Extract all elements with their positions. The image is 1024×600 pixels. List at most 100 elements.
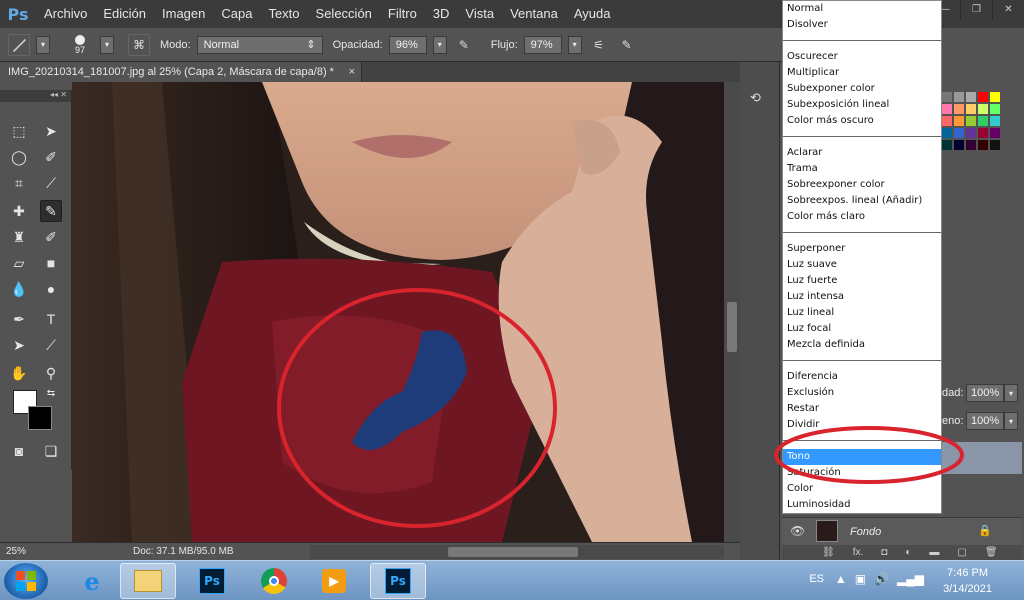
swatch[interactable] — [966, 128, 976, 138]
swatch[interactable] — [954, 104, 964, 114]
vertical-scroll-thumb[interactable] — [727, 302, 737, 352]
tool-preset-dropdown[interactable]: ▾ — [36, 35, 50, 54]
blend-mode-option[interactable]: Superponer — [783, 241, 941, 257]
blend-mode-option[interactable]: Color más claro — [783, 209, 941, 225]
blend-mode-option[interactable]: Sobreexponer color — [783, 177, 941, 193]
pen-tool-icon[interactable]: ✒ — [8, 308, 30, 330]
device-icon[interactable]: ▣ — [855, 572, 866, 586]
blend-mode-option[interactable]: Trama — [783, 161, 941, 177]
blend-mode-option[interactable]: Luz fuerte — [783, 273, 941, 289]
layer-fill-field[interactable]: 100% — [966, 412, 1004, 430]
new-group-icon[interactable]: ▬ — [929, 547, 939, 558]
swatch[interactable] — [942, 92, 952, 102]
menu-vista[interactable]: Vista — [457, 0, 502, 28]
marquee-tool-icon[interactable]: ⬚ — [8, 120, 30, 142]
brush-panel-icon[interactable]: ⌘ — [128, 33, 150, 56]
blend-mode-option[interactable]: Luz intensa — [783, 289, 941, 305]
eyedropper-tool-icon[interactable]: ⟋ — [40, 172, 62, 194]
pressure-opacity-icon[interactable]: ✎ — [453, 34, 475, 56]
blend-mode-option[interactable]: Multiplicar — [783, 65, 941, 81]
brush-tool-icon[interactable] — [8, 33, 30, 56]
clone-stamp-icon[interactable]: ♜ — [8, 226, 30, 248]
blend-mode-option[interactable]: Aclarar — [783, 145, 941, 161]
airbrush-icon[interactable]: ⚟ — [588, 34, 610, 56]
menu-edicion[interactable]: Edición — [95, 0, 154, 28]
blend-mode-option[interactable]: Luz lineal — [783, 305, 941, 321]
language-indicator[interactable]: ES — [809, 573, 824, 585]
swap-colors-icon[interactable]: ⇆ — [40, 382, 62, 404]
swatch[interactable] — [978, 104, 988, 114]
document-canvas[interactable] — [72, 82, 724, 542]
lasso-tool-icon[interactable]: ◯ — [8, 146, 30, 168]
horizontal-scroll-thumb[interactable] — [448, 547, 578, 557]
link-layers-icon[interactable]: ⛓ — [822, 547, 835, 558]
menu-ayuda[interactable]: Ayuda — [566, 0, 619, 28]
blend-mode-option[interactable]: Oscurecer — [783, 49, 941, 65]
pressure-size-icon[interactable]: ✎ — [616, 34, 638, 56]
swatch[interactable] — [942, 140, 952, 150]
maximize-button[interactable]: ❐ — [960, 0, 992, 20]
menu-ventana[interactable]: Ventana — [502, 0, 566, 28]
chrome-icon[interactable] — [246, 563, 302, 599]
mode-select[interactable]: Normal ⇕ — [196, 35, 323, 54]
brush-dropdown[interactable]: ▾ — [100, 35, 114, 54]
blend-mode-option[interactable]: Luz suave — [783, 257, 941, 273]
swatch[interactable] — [954, 116, 964, 126]
blend-mode-option[interactable]: Exclusión — [783, 385, 941, 401]
swatch[interactable] — [990, 92, 1000, 102]
photoshop-active-taskbar-icon[interactable]: Ps — [370, 563, 426, 599]
swatch[interactable] — [978, 140, 988, 150]
blend-mode-option[interactable]: Luminosidad — [783, 497, 941, 513]
menu-texto[interactable]: Texto — [260, 0, 307, 28]
swatch[interactable] — [942, 128, 952, 138]
swatch[interactable] — [954, 140, 964, 150]
layer-opacity-field[interactable]: 100% — [966, 384, 1004, 402]
zoom-tool-icon[interactable]: ⚲ — [40, 362, 62, 384]
path-selection-icon[interactable]: ➤ — [8, 334, 30, 356]
adjustment-layer-icon[interactable]: ◐ — [905, 547, 911, 558]
document-tab[interactable]: IMG_20210314_181007.jpg al 25% (Capa 2, … — [0, 62, 362, 82]
eye-icon[interactable]: 👁 — [790, 524, 805, 538]
zoom-level[interactable]: 25% — [6, 546, 26, 557]
photoshop-taskbar-icon[interactable]: Ps — [184, 563, 240, 599]
clock[interactable]: 7:46 PM 3/14/2021 — [943, 565, 992, 597]
line-tool-icon[interactable]: ⟋ — [40, 334, 62, 356]
swatch[interactable] — [966, 116, 976, 126]
layer-opacity-dropdown[interactable]: ▾ — [1004, 384, 1018, 402]
swatch[interactable] — [990, 128, 1000, 138]
volume-icon[interactable]: 🔊 — [874, 572, 889, 586]
blend-mode-option[interactable]: Diferencia — [783, 369, 941, 385]
file-explorer-icon[interactable] — [120, 563, 176, 599]
brush-tool-active-icon[interactable]: ✎ — [40, 200, 62, 222]
opacity-dropdown[interactable]: ▾ — [432, 35, 447, 54]
menu-filtro[interactable]: Filtro — [380, 0, 425, 28]
blend-mode-option[interactable]: Mezcla definida — [783, 337, 941, 353]
swatch[interactable] — [942, 116, 952, 126]
blend-mode-option[interactable]: Subexposición lineal — [783, 97, 941, 113]
menu-seleccion[interactable]: Selección — [308, 0, 380, 28]
swatch[interactable] — [978, 92, 988, 102]
history-panel-icon[interactable]: ⟲ — [750, 90, 761, 106]
layer-fill-dropdown[interactable]: ▾ — [1004, 412, 1018, 430]
swatch[interactable] — [978, 128, 988, 138]
trash-icon[interactable]: 🗑 — [985, 547, 998, 558]
show-hidden-icon[interactable]: ▲ — [835, 572, 847, 586]
media-player-icon[interactable]: ▶ — [306, 563, 362, 599]
swatch[interactable] — [966, 140, 976, 150]
vertical-scrollbar[interactable] — [724, 82, 740, 542]
quick-mask-icon[interactable]: ◙ — [8, 440, 30, 462]
quick-selection-icon[interactable]: ✐ — [40, 146, 62, 168]
layer-style-icon[interactable]: fx. — [853, 547, 864, 558]
blend-mode-option[interactable]: Subexponer color — [783, 81, 941, 97]
blend-mode-option[interactable]: Luz focal — [783, 321, 941, 337]
start-button[interactable] — [4, 563, 48, 599]
tools-panel-header[interactable]: ◂◂ ✕ — [0, 90, 71, 102]
blend-mode-option[interactable]: Restar — [783, 401, 941, 417]
menu-archivo[interactable]: Archivo — [36, 0, 95, 28]
blend-mode-option[interactable]: Normal — [783, 1, 941, 17]
type-tool-icon[interactable]: T — [40, 308, 62, 330]
screen-mode-icon[interactable]: ❏ — [40, 440, 62, 462]
opacity-field[interactable]: 96% — [388, 35, 427, 54]
background-color-swatch[interactable] — [28, 406, 52, 430]
swatch[interactable] — [966, 92, 976, 102]
